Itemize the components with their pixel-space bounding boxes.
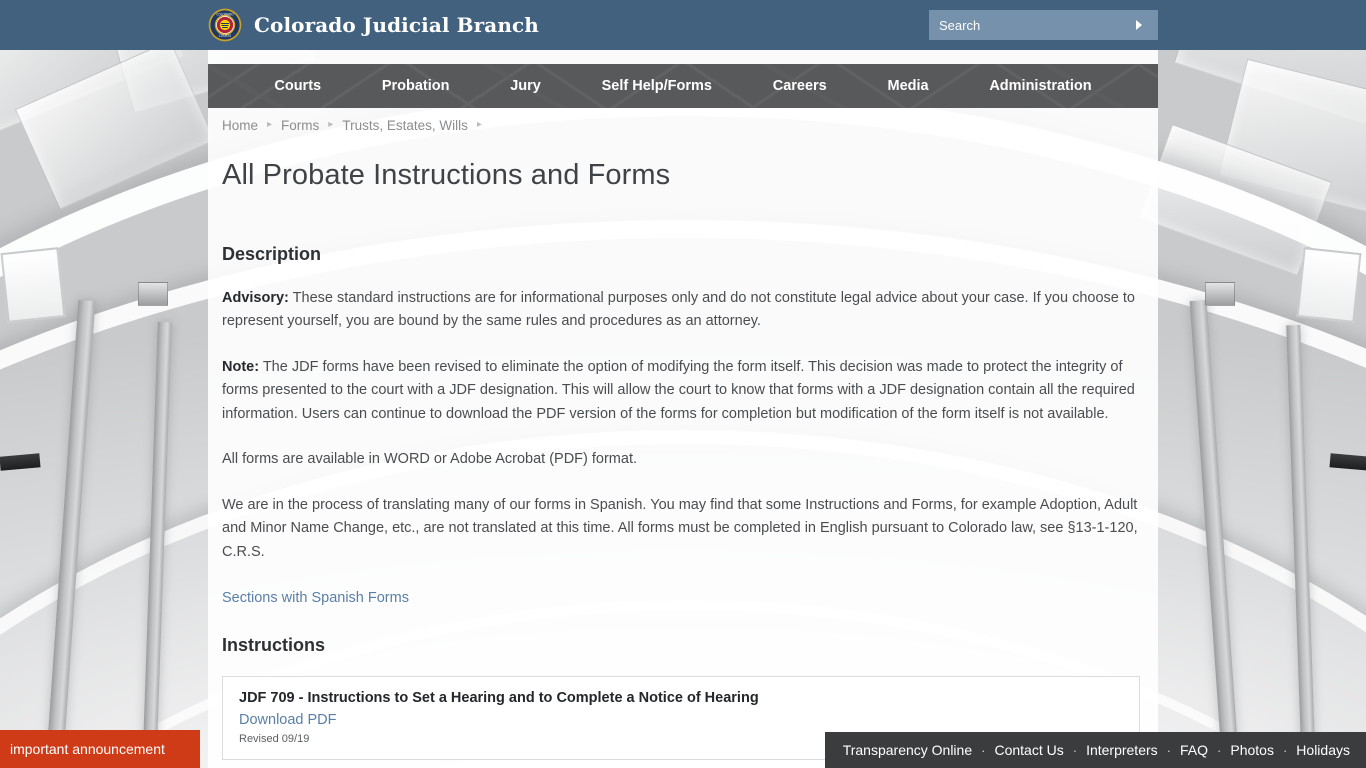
advisory-label: Advisory: xyxy=(222,290,289,306)
breadcrumb: Home ▸ Forms ▸ Trusts, Estates, Wills ▸ xyxy=(222,108,1144,142)
site-header: COLORADO COURTS Colorado Judicial Branch xyxy=(0,0,1366,50)
nav-item-media[interactable]: Media xyxy=(881,74,934,98)
utility-link-holidays[interactable]: Holidays xyxy=(1296,742,1350,758)
utility-separator: · xyxy=(1166,742,1171,758)
advisory-text: These standard instructions are for info… xyxy=(222,290,1135,330)
note-label: Note: xyxy=(222,358,260,375)
chevron-right-icon: ▸ xyxy=(328,119,334,130)
chevron-right-icon: ▸ xyxy=(267,119,273,130)
search-box[interactable] xyxy=(929,10,1158,40)
spanish-paragraph: We are in the process of translating man… xyxy=(222,496,1138,560)
chevron-right-icon: ▸ xyxy=(476,119,482,130)
important-announcement-banner[interactable]: important announcement xyxy=(0,730,200,768)
advisory-paragraph: Advisory: These standard instructions ar… xyxy=(222,287,1144,334)
nav-item-probation[interactable]: Probation xyxy=(376,74,456,98)
breadcrumb-item-trusts-estates-wills[interactable]: Trusts, Estates, Wills xyxy=(342,118,468,133)
nav-item-list: Courts Probation Jury Self Help/Forms Ca… xyxy=(208,64,1158,108)
page-title: All Probate Instructions and Forms xyxy=(222,159,671,191)
search-input[interactable] xyxy=(929,11,1125,39)
formats-paragraph: All forms are available in WORD or Adobe… xyxy=(222,451,638,468)
utility-bar: Transparency Online · Contact Us · Inter… xyxy=(824,732,1366,768)
spanish-link-row: Sections with Spanish Forms xyxy=(222,589,1144,607)
svg-text:COLORADO: COLORADO xyxy=(216,12,234,16)
sections-with-spanish-forms-link[interactable]: Sections with Spanish Forms xyxy=(222,590,409,606)
nav-item-jury[interactable]: Jury xyxy=(504,74,547,98)
instructions-heading: Instructions xyxy=(222,635,326,656)
utility-separator: · xyxy=(1072,742,1078,758)
nav-item-administration[interactable]: Administration xyxy=(983,74,1097,98)
utility-separator: · xyxy=(1217,742,1222,758)
utility-link-contact-us[interactable]: Contact Us xyxy=(994,742,1063,758)
breadcrumb-item-forms[interactable]: Forms xyxy=(281,118,319,133)
search-submit-button[interactable] xyxy=(1125,11,1153,39)
svg-text:COURTS: COURTS xyxy=(219,34,232,38)
search-arrow-icon xyxy=(1136,20,1142,30)
breadcrumb-item-home[interactable]: Home xyxy=(222,118,258,133)
note-text: The JDF forms have been revised to elimi… xyxy=(222,358,1135,422)
note-paragraph: Note: The JDF forms have been revised to… xyxy=(222,356,1144,426)
utility-link-faq[interactable]: FAQ xyxy=(1180,742,1208,758)
main-content: Home ▸ Forms ▸ Trusts, Estates, Wills ▸ … xyxy=(208,108,1158,768)
primary-navigation: Courts Probation Jury Self Help/Forms Ca… xyxy=(208,64,1158,108)
utility-link-transparency-online[interactable]: Transparency Online xyxy=(843,742,972,758)
brand-title: Colorado Judicial Branch xyxy=(254,13,539,37)
utility-separator: · xyxy=(981,742,986,758)
nav-item-self-help-forms[interactable]: Self Help/Forms xyxy=(596,74,718,98)
nav-item-courts[interactable]: Courts xyxy=(268,74,327,98)
download-pdf-link[interactable]: Download PDF xyxy=(239,712,337,728)
utility-link-photos[interactable]: Photos xyxy=(1230,742,1274,758)
brand[interactable]: COLORADO COURTS Colorado Judicial Branch xyxy=(208,0,539,50)
important-announcement-label: important announcement xyxy=(10,741,165,757)
utility-link-interpreters[interactable]: Interpreters xyxy=(1086,742,1158,758)
utility-separator: · xyxy=(1282,742,1288,758)
description-heading: Description xyxy=(222,244,322,264)
form-title: JDF 709 - Instructions to Set a Hearing … xyxy=(239,690,759,707)
nav-item-careers[interactable]: Careers xyxy=(767,74,833,98)
colorado-courts-seal-icon: COLORADO COURTS xyxy=(208,8,242,42)
page-root: COLORADO COURTS Colorado Judicial Branch xyxy=(0,0,1366,768)
